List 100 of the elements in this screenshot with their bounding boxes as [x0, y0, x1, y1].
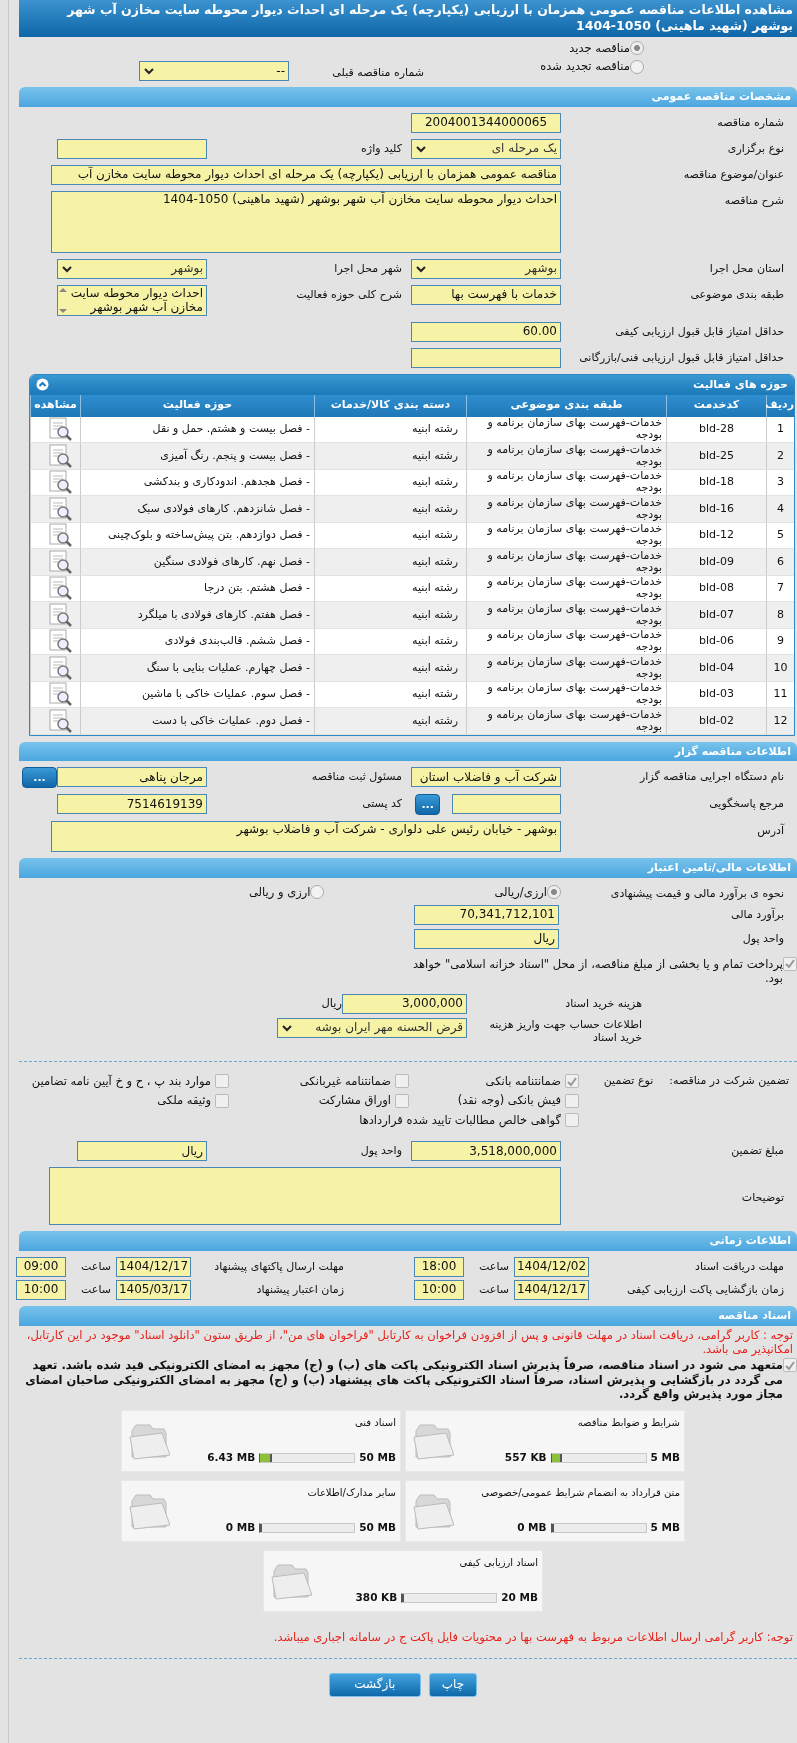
view-icon[interactable]	[47, 708, 72, 733]
collapse-icon[interactable]	[36, 378, 49, 392]
print-button[interactable]: چاپ	[428, 1672, 478, 1697]
checkbox[interactable]	[783, 1358, 797, 1373]
scroll-arrows-icon	[58, 285, 68, 315]
checkbox[interactable]	[565, 1112, 579, 1127]
checkbox-label: موارد بند پ ، ح و خ آیین نامه تضامین	[31, 1074, 211, 1089]
view-icon[interactable]	[47, 549, 72, 574]
input-field[interactable]: مرجان پناهی	[57, 767, 207, 788]
select-field[interactable]: بوشهر	[411, 258, 561, 279]
select-field[interactable]: بوشهر	[57, 258, 207, 279]
section-header: اسناد مناقصه	[19, 1305, 797, 1326]
file-name: شرایط و ضوابط مناقصه	[576, 1416, 680, 1429]
date-field[interactable]: 1405/03/17	[116, 1279, 191, 1300]
time-field[interactable]: 10:00	[414, 1279, 464, 1300]
view-icon[interactable]	[47, 602, 72, 627]
size-label: 0 MB	[517, 1521, 547, 1535]
checkbox-label: پرداخت تمام و یا بخشی از مبلغ مناقصه، از محل "اسناد خزانه اسلامی" خواهد بود.	[411, 956, 783, 986]
input-field[interactable]	[57, 138, 207, 159]
input-field[interactable]: مناقصه عمومی همزمان با ارزیابی (یکپارچه) یک مرحله ای احداث دیوار محوطه سایت مخازن آب	[51, 164, 561, 185]
field-label: ساعت	[80, 1260, 112, 1274]
table-cell: خدمات-فهرست بهای سازمان برنامه و بودجه	[466, 655, 666, 682]
checkbox[interactable]	[215, 1074, 229, 1089]
view-icon[interactable]	[47, 443, 72, 468]
size-label: 50 MB	[359, 1451, 396, 1465]
checkbox[interactable]	[395, 1074, 409, 1089]
view-icon[interactable]	[47, 629, 72, 654]
field-label: واحد پول	[359, 1143, 403, 1158]
file-name: سایر مدارک/اطلاعات	[306, 1486, 396, 1499]
time-field[interactable]: 10:00	[16, 1279, 66, 1300]
table-cell: bld-09	[666, 549, 766, 576]
notice-text: توجه : کاربر گرامی، دریافت اسناد در مهلت قانونی و پس از افزودن فراخوان به کارتابل "فراخوان های من"، از طریق ستون "دانلود اسناد" موجود در این کارتابل، امکانپذیر می باشد.	[25, 1327, 794, 1356]
view-icon[interactable]	[47, 417, 72, 442]
input-field[interactable]: 2004001344000065	[411, 112, 561, 133]
view-icon[interactable]	[47, 470, 72, 495]
column-header: کدخدمت	[666, 394, 766, 417]
notice-text: توجه: کاربر گرامی ارسال اطلاعات مربوط به فهرست بها در محتویات فایل پاکت ج در سامانه اجباری میباشد.	[272, 1629, 794, 1644]
back-button[interactable]: بازگشت	[328, 1672, 421, 1697]
field-label: اطلاعات حساب جهت واریز هزینه خرید اسناد	[488, 1017, 643, 1045]
checkbox-label: ضمانتنامه بانکی	[485, 1074, 561, 1089]
file-name: اسناد فنی	[354, 1416, 396, 1429]
size-label: 50 MB	[359, 1521, 396, 1535]
input-field[interactable]: ریال	[77, 1141, 207, 1162]
select-field[interactable]: --	[139, 61, 289, 81]
input-field[interactable]	[411, 347, 561, 368]
input-field[interactable]: 60.00	[411, 321, 561, 342]
input-field[interactable]: شرکت آب و فاضلاب استان	[411, 767, 561, 788]
date-field[interactable]: 1404/12/17	[116, 1256, 191, 1277]
view-icon[interactable]	[47, 523, 72, 548]
input-field[interactable]: ریال	[414, 928, 559, 949]
table-cell: خدمات-فهرست بهای سازمان برنامه و بودجه	[466, 602, 666, 629]
textarea-field[interactable]	[49, 1167, 561, 1226]
input-field[interactable]: 3,518,000,000	[411, 1141, 561, 1162]
list-field[interactable]: احداث دیوار محوطه سایت مخازن آب شهر بوشهر	[57, 284, 207, 316]
view-icon[interactable]	[47, 655, 72, 680]
checkbox[interactable]	[565, 1093, 579, 1108]
table-cell: - فصل دوم. عملیات خاکی با دست	[80, 708, 314, 735]
time-field[interactable]: 18:00	[414, 1256, 464, 1277]
table-cell: 8	[766, 602, 794, 629]
input-field[interactable]	[452, 794, 561, 815]
view-icon[interactable]	[47, 496, 72, 521]
field-label: برآورد مالی	[730, 907, 785, 922]
view-icon[interactable]	[47, 682, 72, 707]
input-field[interactable]: 70,341,712,101	[414, 904, 559, 925]
more-button[interactable]: ...	[415, 794, 441, 816]
file-name: متن قرارداد به انضمام شرایط عمومی/خصوصی	[480, 1486, 680, 1499]
field-label: شماره مناقصه قبلی	[331, 64, 425, 80]
select-field[interactable]: یک مرحله ای	[411, 138, 561, 159]
table-cell: خدمات-فهرست بهای سازمان برنامه و بودجه	[466, 496, 666, 523]
view-icon[interactable]	[47, 576, 72, 601]
input-field[interactable]: 7514619139	[57, 794, 207, 815]
checkbox[interactable]	[565, 1074, 579, 1089]
radio-button[interactable]	[630, 41, 644, 56]
select-field[interactable]: قرض الحسنه مهر ایران بوشه	[277, 1017, 467, 1038]
radio-button[interactable]	[630, 59, 644, 74]
table-cell: - فصل چهارم. عملیات بنایی با سنگ	[80, 655, 314, 682]
checkbox[interactable]	[783, 956, 797, 971]
input-field[interactable]: 3,000,000	[342, 993, 467, 1014]
time-field[interactable]: 09:00	[16, 1256, 66, 1277]
table-cell: رشته ابنیه	[314, 549, 466, 576]
caret-icon	[143, 66, 155, 76]
table-cell: - فصل بیست و پنجم. رنگ آمیزی	[80, 443, 314, 470]
table-cell: رشته ابنیه	[314, 602, 466, 629]
textarea-field[interactable]: بوشهر - خیابان رئیس علی دلواری - شرکت آب و فاضلاب بوشهر	[51, 821, 561, 853]
field-label: شرح مناقصه	[723, 192, 785, 208]
field-label: زمان اعتبار پیشنهاد	[255, 1283, 345, 1297]
textarea-field[interactable]: احداث دیوار محوطه سایت مخازن آب شهر بوشهر (شهید ماهینی) 1050-1404	[51, 190, 561, 253]
field-label: حداقل امتیاز قابل قبول ارزیابی فنی/بازرگانی	[578, 349, 785, 365]
checkbox[interactable]	[395, 1093, 409, 1108]
date-field[interactable]: 1404/12/17	[514, 1279, 589, 1300]
input-field[interactable]: خدمات با فهرست بها	[411, 284, 561, 305]
radio-button[interactable]	[310, 885, 325, 900]
table-cell: bld-16	[666, 496, 766, 523]
checkbox[interactable]	[215, 1093, 229, 1108]
table-cell: رشته ابنیه	[314, 708, 466, 735]
table-cell: bld-25	[666, 443, 766, 470]
radio-button[interactable]	[547, 885, 561, 900]
more-button[interactable]: ...	[22, 767, 57, 789]
date-field[interactable]: 1404/12/02	[514, 1256, 589, 1277]
table-cell: خدمات-فهرست بهای سازمان برنامه و بودجه	[466, 708, 666, 735]
